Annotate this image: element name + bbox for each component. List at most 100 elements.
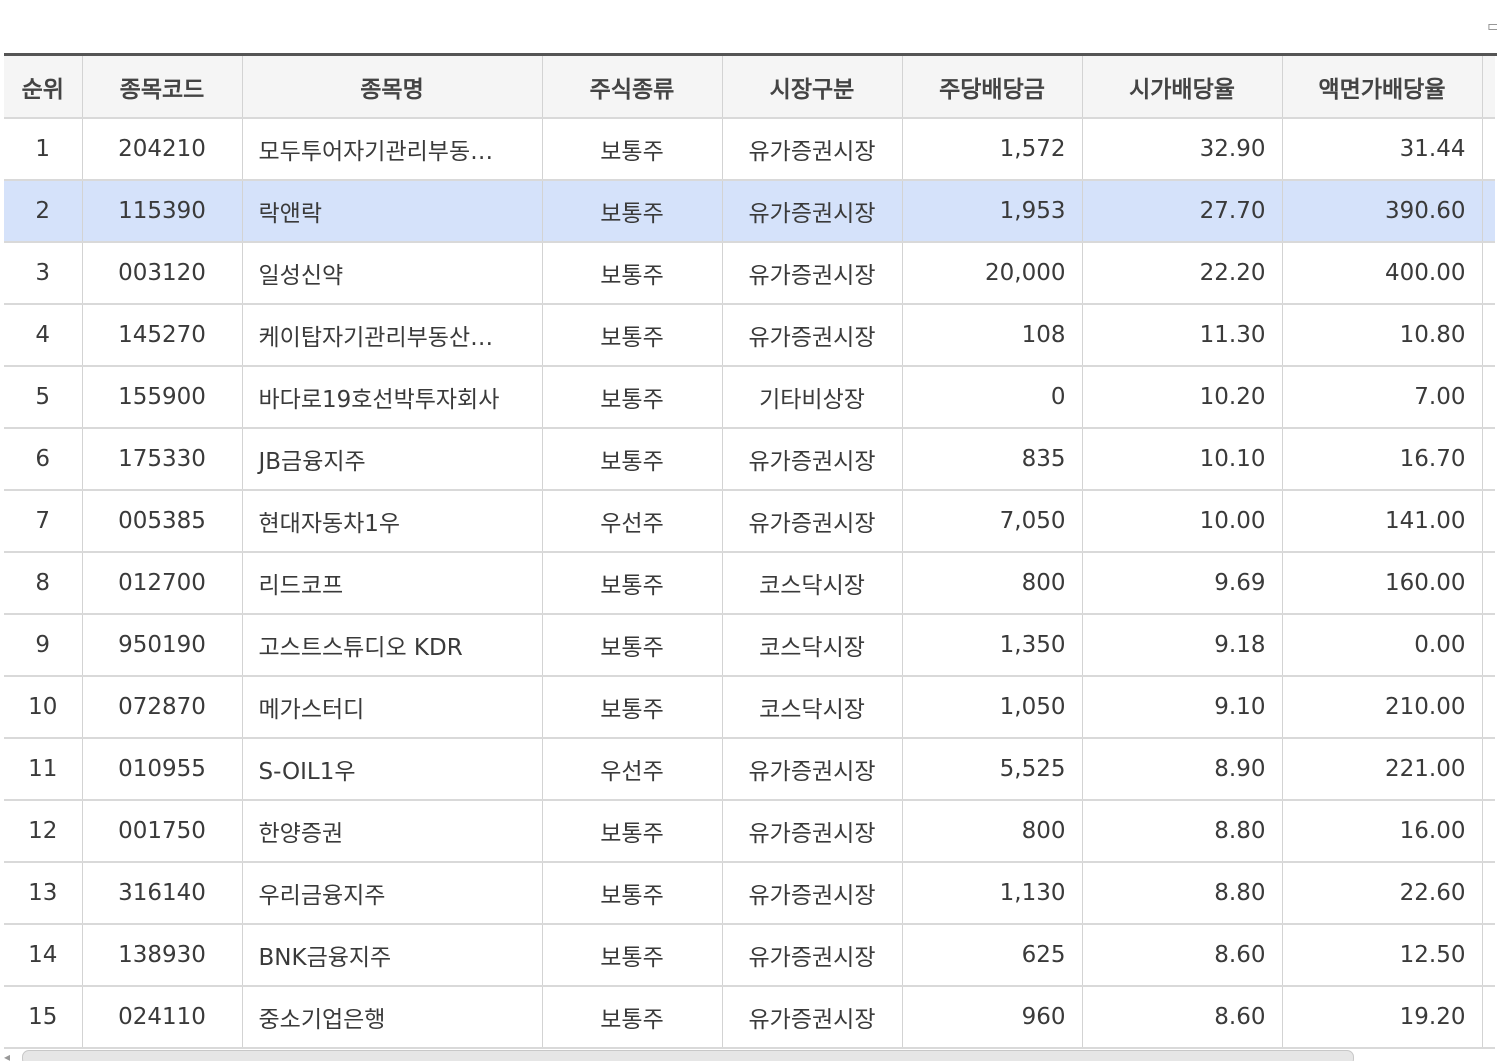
cell-par-yield: 390.60 (1282, 180, 1483, 243)
cell-share-type: 보통주 (542, 118, 723, 181)
cell-spacer (1482, 304, 1495, 367)
cell-spacer (1482, 862, 1495, 925)
cell-par-yield: 141.00 (1282, 490, 1483, 553)
cell-rank: 11 (4, 738, 83, 801)
cell-market: 코스닥시장 (722, 676, 903, 739)
cell-share-type: 우선주 (542, 738, 723, 801)
cell-market-yield: 9.18 (1082, 614, 1283, 677)
scroll-left-icon[interactable]: ◂ (4, 1050, 10, 1061)
header-market[interactable]: 시장구분 (722, 56, 903, 119)
cell-par-yield: 221.00 (1282, 738, 1483, 801)
table-row[interactable]: 11 010955 S-OIL1우 우선주 유가증권시장 5,525 8.90 221.00 (4, 738, 1495, 801)
table-row[interactable]: 15 024110 중소기업은행 보통주 유가증권시장 960 8.60 19.20 (4, 986, 1495, 1049)
table-row[interactable]: 13 316140 우리금융지주 보통주 유가증권시장 1,130 8.80 22.60 (4, 862, 1495, 925)
cell-rank: 9 (4, 614, 83, 677)
cell-stock-name: 케이탑자기관리부동산… (242, 304, 543, 367)
cell-dividend-per-share: 0 (902, 366, 1083, 429)
cell-market-yield: 27.70 (1082, 180, 1283, 243)
cell-spacer (1482, 428, 1495, 491)
table-row[interactable]: 4 145270 케이탑자기관리부동산… 보통주 유가증권시장 108 11.30 10.80 (4, 304, 1495, 367)
cell-rank: 8 (4, 552, 83, 615)
table-row[interactable]: 10 072870 메가스터디 보통주 코스닥시장 1,050 9.10 210.00 (4, 676, 1495, 739)
header-rank[interactable]: 순위 (4, 56, 83, 119)
cell-market: 유가증권시장 (722, 490, 903, 553)
cell-share-type: 보통주 (542, 614, 723, 677)
cell-stock-name: 바다로19호선박투자회사 (242, 366, 543, 429)
horizontal-scrollbar[interactable] (22, 1050, 1354, 1061)
dividend-ranking-page: ▭ 순위 종목코드 종목명 주식종류 시장구분 주당배당금 시가배당율 액면가배… (0, 0, 1497, 1061)
table-row[interactable]: 14 138930 BNK금융지주 보통주 유가증권시장 625 8.60 12.50 (4, 924, 1495, 987)
cell-market-yield: 10.10 (1082, 428, 1283, 491)
cell-stock-name: 리드코프 (242, 552, 543, 615)
cell-par-yield: 19.20 (1282, 986, 1483, 1049)
cell-stock-code: 950190 (82, 614, 243, 677)
cell-share-type: 보통주 (542, 800, 723, 863)
table-header-row: 순위 종목코드 종목명 주식종류 시장구분 주당배당금 시가배당율 액면가배당율 (4, 56, 1495, 119)
cell-share-type: 우선주 (542, 490, 723, 553)
header-share-type[interactable]: 주식종류 (542, 56, 723, 119)
table-row[interactable]: 7 005385 현대자동차1우 우선주 유가증권시장 7,050 10.00 141.00 (4, 490, 1495, 553)
cell-stock-name: 한양증권 (242, 800, 543, 863)
cell-market-yield: 10.20 (1082, 366, 1283, 429)
cell-stock-code: 003120 (82, 242, 243, 305)
cell-stock-name: 고스트스튜디오 KDR (242, 614, 543, 677)
cell-market-yield: 11.30 (1082, 304, 1283, 367)
window-restore-icon[interactable]: ▭ (1487, 16, 1497, 35)
cell-par-yield: 400.00 (1282, 242, 1483, 305)
cell-dividend-per-share: 625 (902, 924, 1083, 987)
cell-share-type: 보통주 (542, 180, 723, 243)
cell-par-yield: 22.60 (1282, 862, 1483, 925)
cell-rank: 2 (4, 180, 83, 243)
cell-stock-name: 일성신약 (242, 242, 543, 305)
table-row[interactable]: 9 950190 고스트스튜디오 KDR 보통주 코스닥시장 1,350 9.18 0.00 (4, 614, 1495, 677)
cell-par-yield: 7.00 (1282, 366, 1483, 429)
cell-rank: 12 (4, 800, 83, 863)
cell-spacer (1482, 676, 1495, 739)
cell-stock-name: 락앤락 (242, 180, 543, 243)
cell-dividend-per-share: 1,572 (902, 118, 1083, 181)
cell-market-yield: 8.80 (1082, 800, 1283, 863)
cell-spacer (1482, 986, 1495, 1049)
cell-spacer (1482, 800, 1495, 863)
header-stock-code[interactable]: 종목코드 (82, 56, 243, 119)
cell-dividend-per-share: 835 (902, 428, 1083, 491)
cell-market-yield: 10.00 (1082, 490, 1283, 553)
cell-rank: 5 (4, 366, 83, 429)
cell-market-yield: 8.90 (1082, 738, 1283, 801)
cell-share-type: 보통주 (542, 242, 723, 305)
table-row[interactable]: 2 115390 락앤락 보통주 유가증권시장 1,953 27.70 390.60 (4, 180, 1495, 243)
cell-market: 유가증권시장 (722, 800, 903, 863)
cell-market: 유가증권시장 (722, 304, 903, 367)
cell-dividend-per-share: 1,050 (902, 676, 1083, 739)
table-row[interactable]: 8 012700 리드코프 보통주 코스닥시장 800 9.69 160.00 (4, 552, 1495, 615)
dividend-table: 순위 종목코드 종목명 주식종류 시장구분 주당배당금 시가배당율 액면가배당율… (4, 56, 1495, 1049)
cell-dividend-per-share: 108 (902, 304, 1083, 367)
cell-par-yield: 0.00 (1282, 614, 1483, 677)
table-row[interactable]: 3 003120 일성신약 보통주 유가증권시장 20,000 22.20 400.00 (4, 242, 1495, 305)
cell-share-type: 보통주 (542, 862, 723, 925)
cell-par-yield: 210.00 (1282, 676, 1483, 739)
header-stock-name[interactable]: 종목명 (242, 56, 543, 119)
table-row[interactable]: 1 204210 모두투어자기관리부동… 보통주 유가증권시장 1,572 32.90 31.… (4, 118, 1495, 181)
header-dividend-per-share[interactable]: 주당배당금 (902, 56, 1083, 119)
table-row[interactable]: 12 001750 한양증권 보통주 유가증권시장 800 8.80 16.00 (4, 800, 1495, 863)
cell-rank: 15 (4, 986, 83, 1049)
table-row[interactable]: 5 155900 바다로19호선박투자회사 보통주 기타비상장 0 10.20 7.00 (4, 366, 1495, 429)
cell-par-yield: 16.00 (1282, 800, 1483, 863)
cell-share-type: 보통주 (542, 366, 723, 429)
cell-stock-name: S-OIL1우 (242, 738, 543, 801)
cell-stock-name: 메가스터디 (242, 676, 543, 739)
table-row[interactable]: 6 175330 JB금융지주 보통주 유가증권시장 835 10.10 16.70 (4, 428, 1495, 491)
cell-spacer (1482, 242, 1495, 305)
cell-stock-code: 005385 (82, 490, 243, 553)
cell-market: 코스닥시장 (722, 552, 903, 615)
cell-par-yield: 10.80 (1282, 304, 1483, 367)
cell-dividend-per-share: 5,525 (902, 738, 1083, 801)
header-par-yield[interactable]: 액면가배당율 (1282, 56, 1483, 119)
cell-stock-name: 현대자동차1우 (242, 490, 543, 553)
cell-market: 유가증권시장 (722, 738, 903, 801)
header-market-yield[interactable]: 시가배당율 (1082, 56, 1283, 119)
cell-spacer (1482, 924, 1495, 987)
cell-market: 유가증권시장 (722, 986, 903, 1049)
cell-spacer (1482, 180, 1495, 243)
